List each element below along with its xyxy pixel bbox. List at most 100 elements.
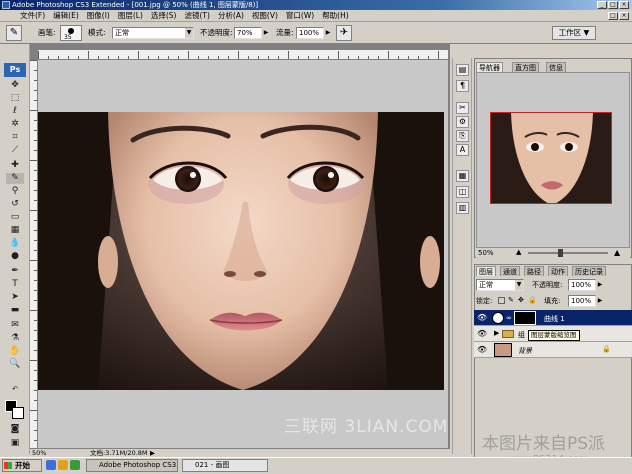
visibility-eye-icon[interactable]: 👁	[477, 313, 487, 322]
quicklaunch-app-icon[interactable]	[70, 460, 80, 470]
eraser-tool-icon[interactable]: ▭	[6, 212, 24, 223]
menu-edit[interactable]: 编辑(E)	[53, 10, 79, 21]
tab-history[interactable]: 历史记录	[572, 266, 606, 276]
ps-toolbox-logo[interactable]: Ps	[4, 63, 26, 77]
adjustments-dock-icon[interactable]: ▥	[456, 202, 469, 214]
zoom-slider-handle[interactable]	[558, 249, 563, 257]
visibility-eye-icon[interactable]: 👁	[477, 329, 487, 338]
menu-filter[interactable]: 滤镜(T)	[185, 10, 210, 21]
doc-restore-icon[interactable]: □	[608, 12, 618, 20]
screen-mode-icon[interactable]: ▣	[6, 438, 24, 449]
doc-close-icon[interactable]: ×	[619, 12, 629, 20]
hand-tool-icon[interactable]: ✋	[6, 346, 24, 357]
layer-row-curves[interactable]: 👁 ∞ 曲线 1	[474, 310, 632, 326]
type-tool-icon[interactable]: T	[6, 279, 24, 290]
menu-window[interactable]: 窗口(W)	[286, 10, 314, 21]
background-color-swatch[interactable]	[12, 407, 24, 419]
tool-presets-dock-icon[interactable]: ✂	[456, 102, 469, 114]
task-paint[interactable]: 021 - 画图	[182, 459, 268, 472]
lock-pixels-icon[interactable]: ✎	[508, 296, 514, 304]
group-expand-icon[interactable]: ▶	[494, 329, 499, 337]
layer-opacity-input[interactable]: 100%	[568, 279, 596, 291]
tab-actions[interactable]: 动作	[548, 266, 568, 276]
notes-tool-icon[interactable]: ✉	[6, 320, 24, 331]
lock-transparency-icon[interactable]	[498, 297, 505, 304]
tab-info[interactable]: 信息	[546, 62, 566, 72]
menu-image[interactable]: 图像(I)	[87, 10, 110, 21]
zoom-in-icon[interactable]: ▲	[614, 248, 620, 257]
navigator-zoom[interactable]: 50%	[478, 249, 494, 257]
navigator-view-box[interactable]	[490, 112, 612, 204]
chain-link-icon[interactable]: ∞	[506, 314, 512, 322]
airbrush-icon[interactable]: ✈	[336, 25, 352, 41]
menu-analysis[interactable]: 分析(A)	[218, 10, 244, 21]
info-dock-icon[interactable]: ¶	[456, 80, 469, 92]
brush-tool-icon[interactable]: ✎	[6, 173, 24, 184]
healing-brush-tool-icon[interactable]: ✚	[6, 160, 24, 171]
mode-select[interactable]: 正常 ▼	[112, 27, 194, 39]
swap-colors-icon[interactable]: ↶	[6, 384, 24, 395]
opacity-input[interactable]: 70%	[234, 27, 262, 39]
marquee-tool-icon[interactable]: ⬚	[6, 93, 24, 104]
menu-file[interactable]: 文件(F)	[20, 10, 45, 21]
flow-arrow-icon[interactable]: ▶	[324, 28, 332, 38]
navigator-dock-icon[interactable]: ▤	[456, 64, 469, 76]
swatches-dock-icon[interactable]: ▦	[456, 170, 469, 182]
zoom-tool-icon[interactable]: 🔍	[6, 359, 24, 370]
visibility-eye-icon[interactable]: 👁	[477, 345, 487, 354]
layer-opacity-arrow-icon[interactable]: ▶	[596, 280, 604, 290]
history-brush-tool-icon[interactable]: ↺	[6, 199, 24, 210]
quicklaunch-folder-icon[interactable]	[58, 460, 68, 470]
opacity-arrow-icon[interactable]: ▶	[262, 28, 270, 38]
magic-wand-tool-icon[interactable]: ✲	[6, 119, 24, 130]
ruler-vertical[interactable]	[30, 60, 38, 448]
brush-tool-preset-icon[interactable]: ✎	[6, 25, 22, 41]
clone-source-dock-icon[interactable]: ⎘	[456, 130, 469, 142]
lasso-tool-icon[interactable]: ℓ	[6, 106, 24, 117]
fill-arrow-icon[interactable]: ▶	[596, 296, 604, 306]
brushes-dock-icon[interactable]: ⚙	[456, 116, 469, 128]
layer-row-background[interactable]: 👁 背景 🔒	[474, 342, 632, 358]
tab-histogram[interactable]: 直方图	[512, 62, 539, 72]
fill-input[interactable]: 100%	[568, 295, 596, 307]
character-dock-icon[interactable]: A	[456, 144, 469, 156]
menu-layer[interactable]: 图层(L)	[118, 10, 143, 21]
shape-tool-icon[interactable]: ▬	[6, 305, 24, 316]
ruler-horizontal[interactable]	[38, 50, 448, 60]
menu-view[interactable]: 视图(V)	[252, 10, 278, 21]
window-title-bar[interactable]: Adobe Photoshop CS3 Extended - [001.jpg …	[0, 0, 632, 10]
close-icon[interactable]: ×	[619, 1, 629, 9]
quicklaunch-ie-icon[interactable]	[46, 460, 56, 470]
clone-stamp-tool-icon[interactable]: ⚲	[6, 186, 24, 197]
portrait-photo[interactable]	[38, 112, 444, 390]
blur-tool-icon[interactable]: 💧	[6, 238, 24, 249]
tab-paths[interactable]: 路径	[524, 266, 544, 276]
quick-mask-icon[interactable]: ◙	[6, 424, 24, 435]
tab-navigator[interactable]: 导航器	[476, 62, 503, 72]
flow-input[interactable]: 100%	[296, 27, 324, 39]
menu-help[interactable]: 帮助(H)	[322, 10, 349, 21]
maximize-icon[interactable]: □	[608, 1, 618, 9]
minimize-icon[interactable]: _	[597, 1, 607, 9]
dodge-tool-icon[interactable]: ●	[6, 251, 24, 262]
blend-mode-select[interactable]: 正常 ▼	[476, 279, 524, 291]
brush-picker[interactable]: 35	[60, 25, 82, 41]
workspace-button[interactable]: 工作区 ▼	[552, 26, 596, 40]
task-photoshop[interactable]: Adobe Photoshop CS3...	[86, 459, 178, 472]
styles-dock-icon[interactable]: ◫	[456, 186, 469, 198]
move-tool-icon[interactable]: ✥	[6, 80, 24, 91]
lock-position-icon[interactable]: ✥	[518, 296, 524, 304]
slice-tool-icon[interactable]: ⟋	[6, 145, 24, 156]
layer-mask-thumbnail[interactable]	[514, 311, 536, 325]
zoom-out-icon[interactable]: ▲	[516, 248, 521, 256]
gradient-tool-icon[interactable]: ▦	[6, 225, 24, 236]
tab-layers[interactable]: 图层	[476, 266, 496, 276]
pen-tool-icon[interactable]: ✒	[6, 266, 24, 277]
path-selection-tool-icon[interactable]: ➤	[6, 292, 24, 303]
lock-all-icon[interactable]: 🔒	[528, 296, 537, 304]
navigator-zoom-slider[interactable]	[528, 252, 608, 254]
eyedropper-tool-icon[interactable]: ⚗	[6, 333, 24, 344]
crop-tool-icon[interactable]: ⌗	[6, 132, 24, 143]
menu-select[interactable]: 选择(S)	[151, 10, 177, 21]
tab-channels[interactable]: 通道	[500, 266, 520, 276]
